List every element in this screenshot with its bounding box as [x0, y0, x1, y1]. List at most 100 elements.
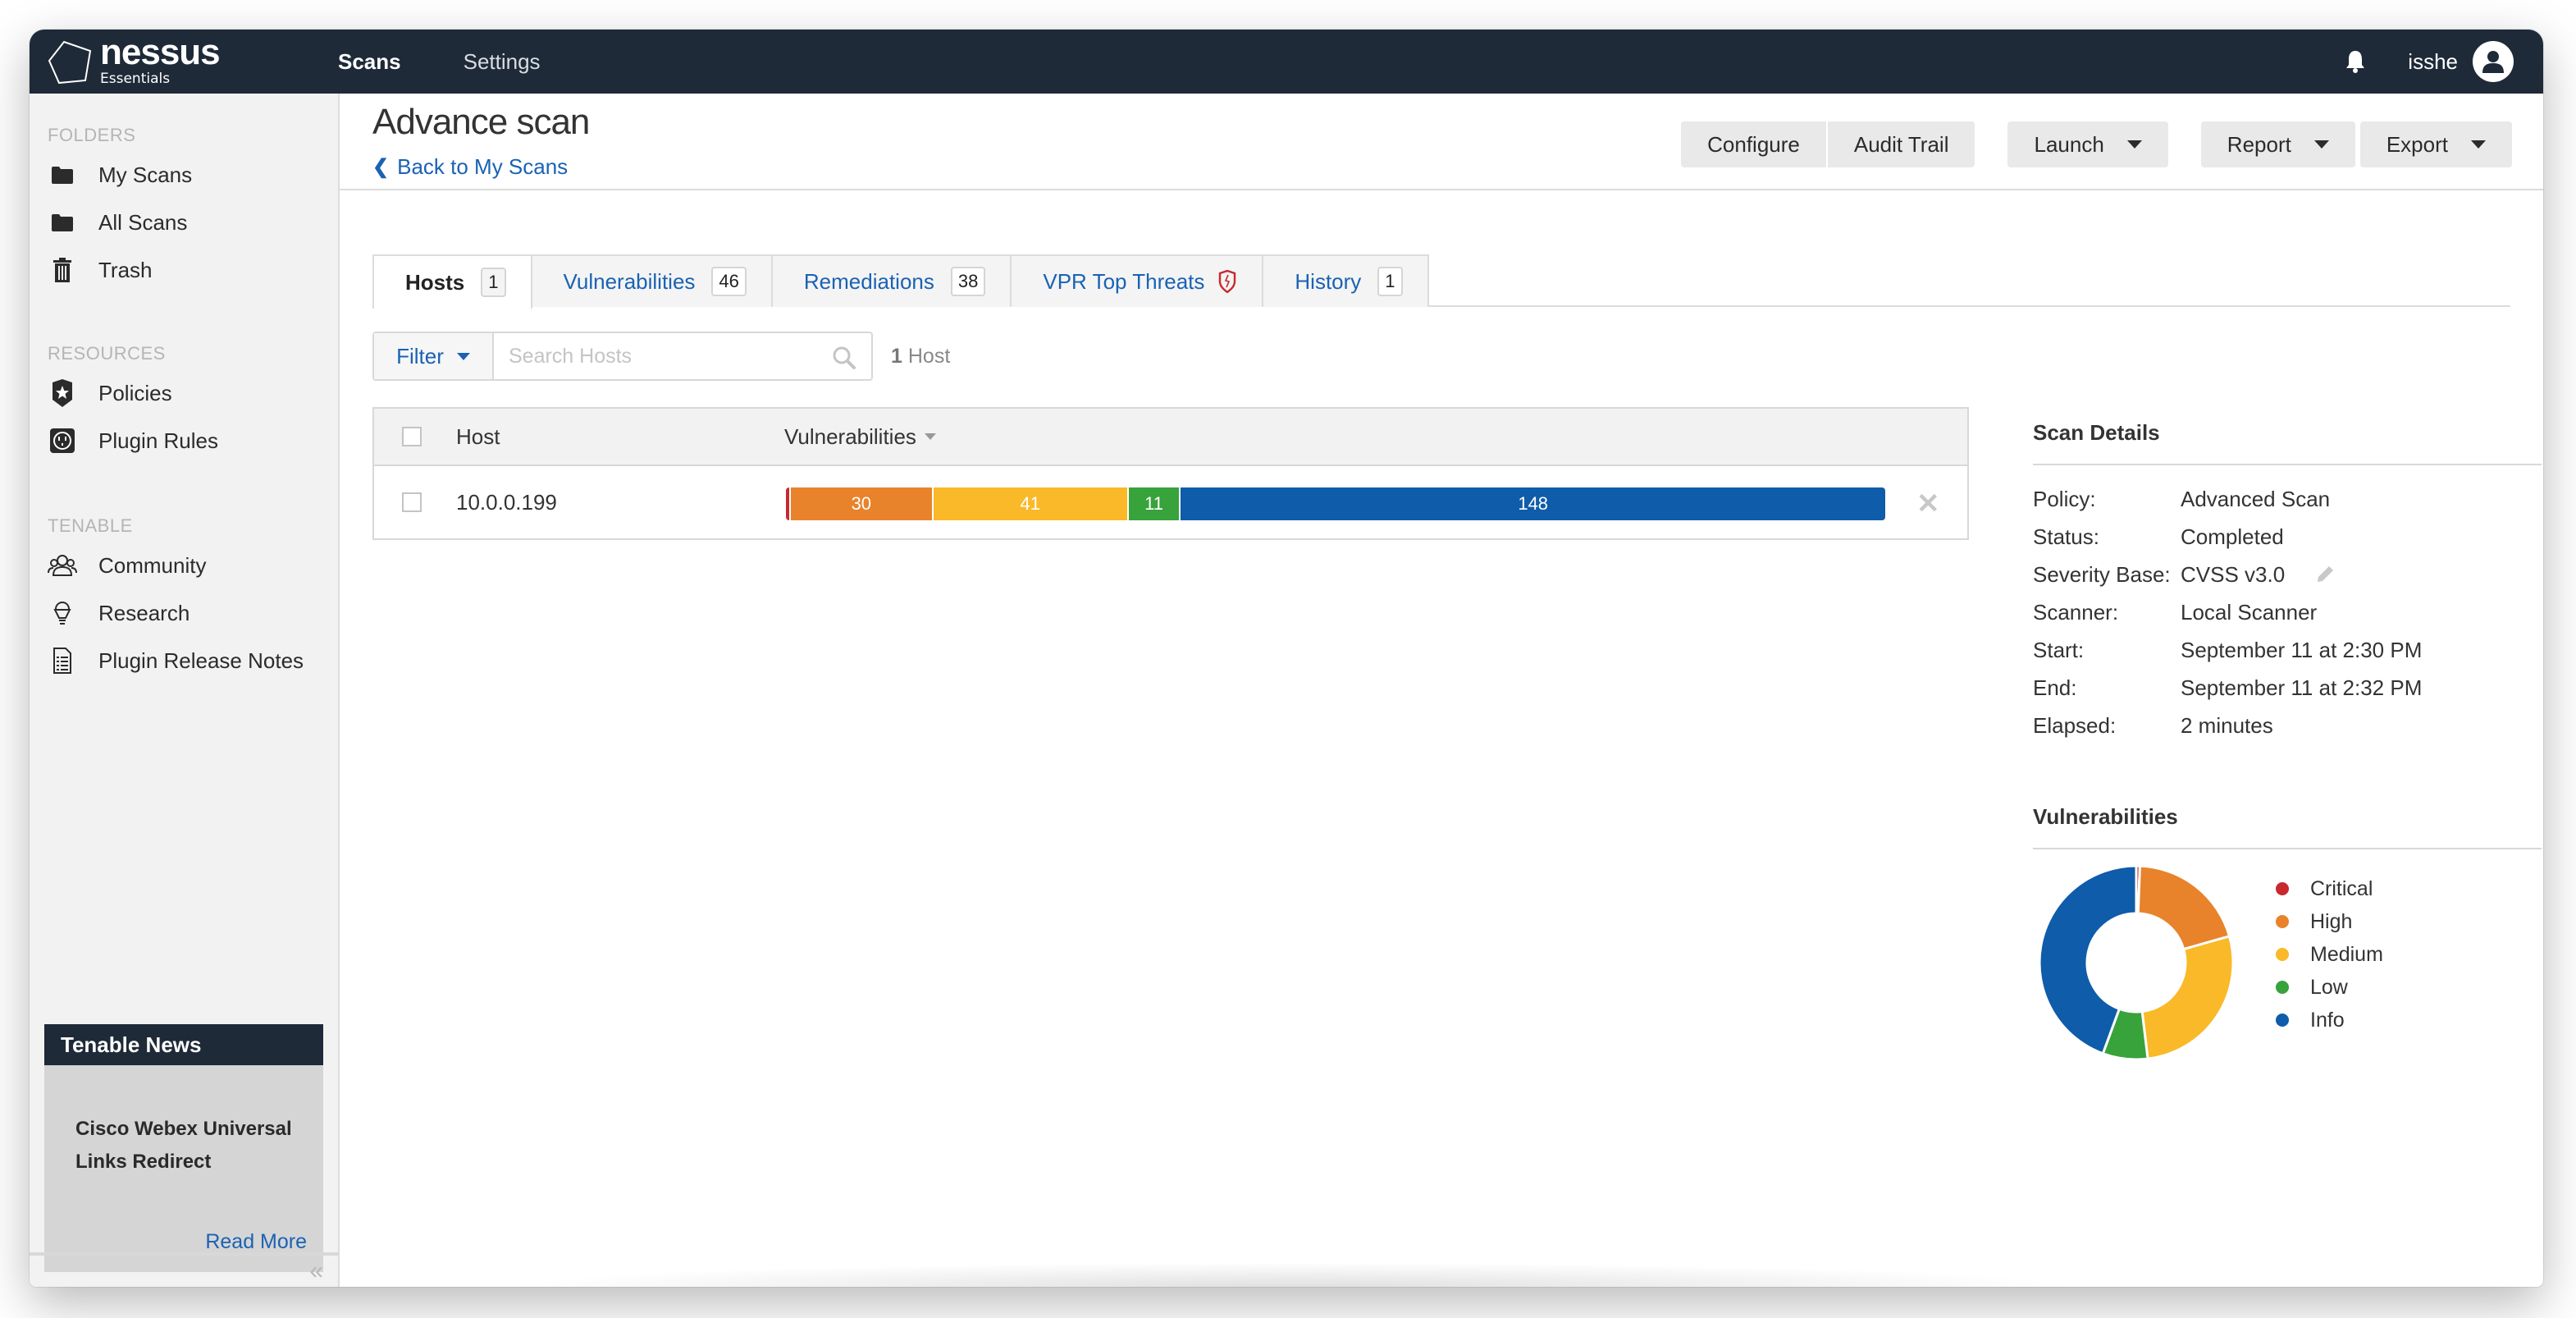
legend-label: High — [2310, 909, 2353, 933]
legend-item-critical[interactable]: Critical — [2276, 872, 2383, 905]
sidebar-item-plugin-rules[interactable]: Plugin Rules — [48, 420, 327, 461]
user-avatar-icon[interactable] — [2473, 41, 2514, 82]
tab-label: History — [1295, 268, 1362, 294]
detail-key: Start: — [2033, 637, 2085, 662]
tab-remediations[interactable]: Remediations 38 — [772, 254, 1012, 307]
detail-key: Severity Base: — [2033, 561, 2171, 587]
export-button[interactable]: Export — [2359, 121, 2512, 167]
sidebar-item-my-scans[interactable]: My Scans — [48, 154, 327, 195]
remove-host-icon[interactable]: ✕ — [1916, 487, 1940, 520]
detail-key: Scanner: — [2033, 599, 2119, 625]
sidebar-item-trash[interactable]: Trash — [48, 249, 327, 291]
news-title[interactable]: Cisco Webex Universal Links Redirect — [75, 1113, 313, 1178]
tab-history[interactable]: History 1 — [1263, 254, 1429, 307]
sidebar-item-policies[interactable]: Policies — [48, 373, 327, 414]
vulnerabilities-panel: Vulnerabilities Critical High Medium Low Inf… — [2033, 804, 2542, 1094]
tab-vulnerabilities[interactable]: Vulnerabilities 46 — [532, 254, 773, 307]
legend-label: Info — [2310, 1008, 2345, 1032]
filter-search-group: Filter — [372, 332, 873, 381]
user-area: isshe — [2342, 30, 2514, 94]
sidebar-item-label: Plugin Release Notes — [98, 648, 304, 673]
tab-label: Hosts — [405, 269, 465, 295]
sidebar-item-label: Policies — [98, 380, 172, 405]
legend-item-info[interactable]: Info — [2276, 1004, 2383, 1037]
bell-icon[interactable] — [2342, 48, 2368, 75]
nav-scans[interactable]: Scans — [338, 49, 401, 75]
scan-details-list: Policy: Advanced Scan Status: Completed Se… — [2033, 480, 2542, 744]
search-field — [494, 333, 871, 379]
configure-button[interactable]: Configure — [1681, 121, 1828, 167]
read-more-link[interactable]: Read More — [205, 1230, 307, 1254]
sort-desc-icon — [924, 433, 936, 440]
host-ip[interactable]: 10.0.0.199 — [456, 490, 557, 515]
host-count-number: 1 — [891, 344, 902, 368]
tab-count-badge: 1 — [1377, 267, 1403, 296]
search-hosts-input[interactable] — [494, 333, 871, 379]
caret-down-icon — [456, 352, 470, 360]
tab-label: Remediations — [803, 268, 934, 294]
detail-start: Start: September 11 at 2:30 PM — [2033, 631, 2542, 669]
column-header-vulnerabilities[interactable]: Vulnerabilities — [784, 424, 936, 450]
legend-item-low[interactable]: Low — [2276, 971, 2383, 1004]
severity-count: 30 — [851, 493, 872, 514]
back-to-my-scans-link[interactable]: ❮ Back to My Scans — [372, 154, 568, 180]
vulnerabilities-donut-chart[interactable] — [2038, 864, 2235, 1061]
sidebar-item-all-scans[interactable]: All Scans — [48, 202, 327, 243]
search-icon[interactable] — [832, 346, 856, 370]
sidebar-collapse-bar: « — [30, 1252, 338, 1287]
folder-icon — [48, 208, 77, 237]
column-header-host[interactable]: Host — [456, 424, 500, 450]
legend-item-high[interactable]: High — [2276, 905, 2383, 938]
scan-tabs: Hosts 1 Vulnerabilities 46 Remediations … — [372, 254, 2510, 309]
severity-segment-low[interactable]: 11 — [1128, 487, 1181, 520]
legend-dot-icon — [2276, 981, 2289, 994]
table-header: Host Vulnerabilities — [374, 409, 1967, 466]
collapse-sidebar-icon[interactable]: « — [309, 1257, 323, 1285]
document-icon — [48, 646, 77, 675]
brand-name: nessus — [100, 32, 221, 72]
sidebar-item-label: My Scans — [98, 162, 193, 187]
row-checkbox[interactable] — [402, 492, 422, 512]
severity-segment-info[interactable]: 148 — [1181, 487, 1885, 520]
nav-settings[interactable]: Settings — [464, 49, 541, 75]
detail-elapsed: Elapsed: 2 minutes — [2033, 707, 2542, 744]
select-all-checkbox[interactable] — [402, 427, 422, 446]
audit-trail-button[interactable]: Audit Trail — [1827, 121, 1975, 167]
donut-slice-high[interactable] — [2136, 864, 2231, 951]
caret-down-icon — [2313, 140, 2329, 149]
sidebar-item-research[interactable]: Research — [48, 593, 327, 634]
edit-pencil-icon[interactable] — [2314, 564, 2336, 585]
detail-severity-base: Severity Base: CVSS v3.0 — [2033, 556, 2542, 593]
report-button[interactable]: Report — [2200, 121, 2355, 167]
sidebar-item-plugin-release-notes[interactable]: Plugin Release Notes — [48, 640, 327, 681]
app-window: nessus Essentials Scans Settings isshe F… — [30, 30, 2543, 1287]
top-nav: Scans Settings — [338, 30, 541, 94]
tab-hosts[interactable]: Hosts 1 — [372, 254, 532, 309]
page-toolbar: Configure Audit Trail Launch Report Expo… — [1681, 121, 2512, 167]
detail-key: End: — [2033, 675, 2077, 700]
filter-button[interactable]: Filter — [374, 333, 494, 379]
sidebar-item-community[interactable]: Community — [48, 545, 327, 586]
vpr-shield-icon — [1219, 270, 1236, 293]
brand-edition: Essentials — [100, 71, 171, 87]
detail-value-wrap: CVSS v3.0 — [2181, 562, 2336, 588]
severity-bar[interactable]: 30 41 11 148 — [786, 487, 1885, 520]
launch-button[interactable]: Launch — [2007, 121, 2168, 167]
username[interactable]: isshe — [2408, 49, 2458, 75]
nessus-logo[interactable]: nessus Essentials — [48, 32, 228, 87]
legend-item-medium[interactable]: Medium — [2276, 938, 2383, 971]
severity-segment-medium[interactable]: 41 — [933, 487, 1129, 520]
detail-value: CVSS v3.0 — [2181, 561, 2286, 587]
tab-count-badge: 1 — [481, 268, 506, 297]
host-count-label: Host — [907, 344, 951, 368]
detail-status: Status: Completed — [2033, 518, 2542, 556]
configure-label: Configure — [1707, 131, 1800, 157]
donut-slice-medium[interactable] — [2140, 934, 2235, 1060]
host-count: 1 Host — [891, 345, 950, 368]
table-row[interactable]: 10.0.0.199 30 41 11 148 ✕ — [374, 466, 1967, 538]
section-title-resources: RESOURCES — [48, 343, 166, 364]
tab-vpr-top-threats[interactable]: VPR Top Threats — [1012, 254, 1264, 307]
legend-dot-icon — [2276, 882, 2289, 895]
severity-segment-high[interactable]: 30 — [790, 487, 934, 520]
back-link-label: Back to My Scans — [397, 154, 569, 179]
